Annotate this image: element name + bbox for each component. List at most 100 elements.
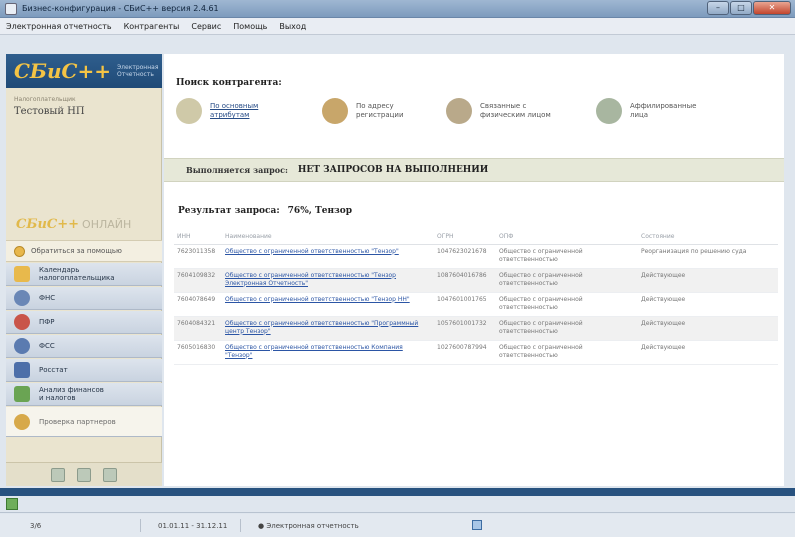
status-period[interactable]: 01.01.11 - 31.12.11 <box>158 522 227 530</box>
column-header-name[interactable]: Наименование <box>222 230 434 245</box>
cell-inn: 7623011358 <box>174 244 222 269</box>
column-header-ogrn[interactable]: ОГРН <box>434 230 496 245</box>
search-option-label: Связанные с физическим лицом <box>480 102 551 119</box>
cell-ogrn: 1057601001732 <box>434 316 496 341</box>
analysis-icon <box>14 386 30 402</box>
cell-name-link[interactable]: Общество с ограниченной ответственностью… <box>222 292 434 317</box>
help-link[interactable]: Обратиться за помощью <box>6 240 162 262</box>
online-logo-text: СБиС++ <box>16 217 80 232</box>
search-by-address[interactable]: По адресу регистрации <box>322 98 404 124</box>
cell-inn: 7604109832 <box>174 268 222 293</box>
sbis-logo: СБиС++ Электронная Отчетность <box>6 54 162 88</box>
menu-exit[interactable]: Выход <box>279 22 306 31</box>
results-table: ИНН Наименование ОГРН ОПФ Состояние 7623… <box>174 230 778 365</box>
column-header-inn[interactable]: ИНН <box>174 230 222 245</box>
maximize-button[interactable]: □ <box>730 1 752 15</box>
logo-text: СБиС++ <box>14 59 111 83</box>
cell-name-link[interactable]: Общество с ограниченной ответственностью… <box>222 316 434 341</box>
status-separator <box>140 519 141 532</box>
status-page: 3/6 <box>30 522 42 530</box>
cell-opf: Общество с ограниченной ответственностью <box>496 316 638 341</box>
sidebar-item-analysis[interactable]: Анализ финансов и налогов <box>6 383 162 406</box>
window-title: Бизнес-конфигурация - СБиС++ версия 2.4.… <box>22 4 219 13</box>
menu-help[interactable]: Помощь <box>233 22 267 31</box>
cell-ogrn: 1087604016786 <box>434 268 496 293</box>
org-label: Налогоплательщик <box>14 96 76 103</box>
cell-opf: Общество с ограниченной ответственностью <box>496 292 638 317</box>
menu-reporting[interactable]: Электронная отчетность <box>6 22 112 31</box>
sidebar-bottom-toolbar <box>6 462 162 486</box>
status-mode-label: Электронная отчетность <box>266 522 359 530</box>
minimize-button[interactable]: – <box>707 1 729 15</box>
sidebar-item-fns[interactable]: ФНС <box>6 287 162 310</box>
cell-ogrn: 1047601001765 <box>434 292 496 317</box>
column-header-status[interactable]: Состояние <box>638 230 778 245</box>
table-row[interactable]: 7604078649 Общество с ограниченной ответ… <box>174 292 778 317</box>
affiliated-icon <box>596 98 622 124</box>
status-mode[interactable]: ● Электронная отчетность <box>258 522 359 530</box>
calendar-icon <box>14 266 30 282</box>
cell-opf: Общество с ограниченной ответственностью <box>496 340 638 365</box>
sidebar-item-label: Росстат <box>39 366 68 374</box>
cell-status: Действующее <box>638 316 778 341</box>
search-option-label: По основным атрибутам <box>210 102 259 119</box>
pfr-icon <box>14 314 30 330</box>
document-icon[interactable] <box>103 467 117 482</box>
network-icon[interactable] <box>472 520 482 530</box>
close-button[interactable]: ✕ <box>753 1 791 15</box>
fss-icon <box>14 338 30 354</box>
window-controls: – □ ✕ <box>706 1 791 15</box>
table-row[interactable]: 7623011358 Общество с ограниченной ответ… <box>174 244 778 269</box>
sidebar-item-fss[interactable]: ФСС <box>6 335 162 358</box>
cell-opf: Общество с ограниченной ответственностью <box>496 268 638 293</box>
sbis-online-logo[interactable]: СБиС++ ОНЛАЙН <box>16 217 131 232</box>
search-option-label: Аффилированные лица <box>630 102 697 119</box>
menu-counterparties[interactable]: Контрагенты <box>124 22 180 31</box>
calculator-icon[interactable] <box>51 467 65 482</box>
cell-opf: Общество с ограниченной ответственностью <box>496 244 638 269</box>
help-label: Обратиться за помощью <box>31 247 122 255</box>
cell-inn: 7605016830 <box>174 340 222 365</box>
table-row[interactable]: 7605016830 Общество с ограниченной ответ… <box>174 340 778 365</box>
statusbar: 3/6 01.01.11 - 31.12.11 ● Электронная от… <box>0 514 795 537</box>
window-titlebar: Бизнес-конфигурация - СБиС++ версия 2.4.… <box>0 0 795 18</box>
search-affiliated[interactable]: Аффилированные лица <box>596 98 696 124</box>
expand-icon[interactable] <box>6 498 18 510</box>
cell-inn: 7604078649 <box>174 292 222 317</box>
exec-label: Выполняется запрос: <box>186 165 288 175</box>
menubar: Электронная отчетность Контрагенты Серви… <box>0 18 795 35</box>
person-icon <box>446 98 472 124</box>
cell-name-link[interactable]: Общество с ограниченной ответственностью… <box>222 268 434 293</box>
sidebar-item-label: Проверка партнеров <box>39 417 116 426</box>
cell-name-link[interactable]: Общество с ограниченной ответственностью… <box>222 244 434 269</box>
table-row[interactable]: 7604084321 Общество с ограниченной ответ… <box>174 316 778 341</box>
exec-value: НЕТ ЗАПРОСОВ НА ВЫПОЛНЕНИИ <box>297 165 489 175</box>
cell-ogrn: 1027600787994 <box>434 340 496 365</box>
menu-service[interactable]: Сервис <box>191 22 221 31</box>
sidebar-item-partners-check[interactable]: Проверка партнеров <box>6 407 162 437</box>
search-by-person[interactable]: Связанные с физическим лицом <box>446 98 551 124</box>
sidebar-item-calendar[interactable]: Календарь налогоплательщика <box>6 263 162 286</box>
attributes-icon <box>176 98 202 124</box>
cell-inn: 7604084321 <box>174 316 222 341</box>
shield-icon[interactable] <box>77 467 91 482</box>
sidebar-item-label: Анализ финансов и налогов <box>39 386 104 402</box>
org-name[interactable]: Тестовый НП <box>14 106 85 117</box>
cell-status: Реорганизация по решению суда <box>638 244 778 269</box>
search-by-attributes[interactable]: По основным атрибутам <box>176 98 258 124</box>
main-panel: Поиск контрагента: По основным атрибутам… <box>164 54 784 486</box>
bottom-toolbar <box>0 496 795 513</box>
status-separator <box>240 519 241 532</box>
cell-status: Действующее <box>638 292 778 317</box>
sidebar-item-label: ПФР <box>39 318 55 326</box>
cell-status: Действующее <box>638 340 778 365</box>
online-logo-suffix: ОНЛАЙН <box>82 218 132 231</box>
sidebar-item-pfr[interactable]: ПФР <box>6 311 162 334</box>
help-icon <box>14 245 25 257</box>
cell-name-link[interactable]: Общество с ограниченной ответственностью… <box>222 340 434 365</box>
sidebar-item-label: Календарь налогоплательщика <box>39 266 115 282</box>
table-row[interactable]: 7604109832 Общество с ограниченной ответ… <box>174 268 778 293</box>
sidebar-item-rosstat[interactable]: Росстат <box>6 359 162 382</box>
result-summary: Результат запроса: 76%, Тензор <box>178 206 352 216</box>
column-header-opf[interactable]: ОПФ <box>496 230 638 245</box>
